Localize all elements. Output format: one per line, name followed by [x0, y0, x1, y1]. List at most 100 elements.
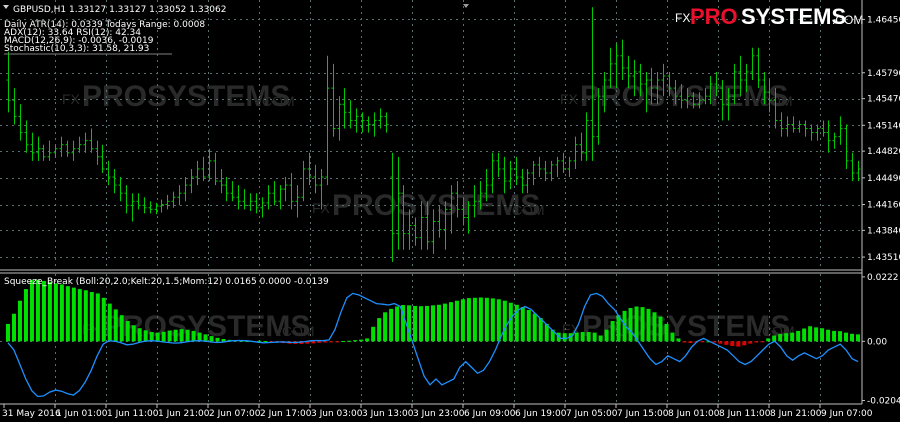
time-tick-label: 7 Jun 05:00 [566, 409, 618, 419]
price-bar [537, 156, 542, 178]
price-bar [6, 51, 11, 113]
price-bar [561, 152, 566, 173]
time-tick-label: 3 Jun 23:00 [413, 409, 465, 419]
histogram-bar [173, 329, 178, 342]
histogram-bar [628, 307, 633, 342]
price-bar [136, 193, 141, 210]
price-bar [266, 185, 271, 210]
price-bar [779, 112, 784, 137]
time-tick-label: 8 Jun 01:00 [668, 409, 720, 419]
price-bar [47, 140, 52, 161]
histogram-bar [143, 330, 148, 342]
histogram-bar [185, 329, 190, 342]
histogram-bar [431, 305, 435, 342]
histogram-bar [23, 289, 28, 342]
svg-text:.COM: .COM [278, 323, 315, 339]
histogram-bar [11, 313, 16, 342]
histogram-bar [155, 332, 160, 342]
time-tick-label: 31 May 2016 [2, 409, 61, 419]
histogram-bar [83, 290, 88, 342]
price-bar [254, 193, 259, 214]
price-bar [838, 116, 843, 145]
price-bar [832, 132, 837, 149]
price-bar [30, 132, 35, 161]
histogram-bar [377, 318, 382, 342]
histogram-bar [682, 341, 687, 343]
histogram-bar [167, 330, 172, 342]
price-bar [809, 124, 814, 141]
price-bar [224, 177, 229, 202]
histogram-bar [413, 305, 418, 342]
price-tick-label: 1.45140 [867, 121, 900, 131]
histogram-bar [604, 329, 609, 342]
histogram-bar [131, 325, 136, 342]
price-bar [242, 189, 247, 210]
histogram-bar [700, 341, 705, 343]
histogram-bar [119, 315, 124, 342]
price-bar [289, 172, 294, 210]
histogram-bar [341, 341, 346, 343]
svg-text:PRO: PRO [690, 4, 738, 29]
price-bar [850, 152, 855, 182]
histogram-bar [335, 341, 340, 343]
histogram-bar [676, 338, 681, 342]
histogram-bar [664, 323, 669, 342]
histogram-bar [365, 338, 370, 342]
histogram-bar [371, 326, 376, 342]
price-bar [201, 156, 206, 182]
histogram-bar [718, 341, 723, 344]
price-bar [89, 128, 94, 153]
price-bar [95, 140, 100, 165]
histogram-bar [323, 341, 328, 343]
histogram-bar [311, 341, 316, 344]
price-bar [620, 39, 625, 81]
svg-text:.COM: .COM [258, 93, 295, 109]
histogram-bar [532, 313, 537, 342]
svg-text:FX: FX [560, 91, 579, 107]
histogram-bar [526, 309, 531, 342]
time-tick-label: 2 Jun 17:00 [260, 409, 312, 419]
price-bar [59, 136, 64, 157]
svg-text:.COM: .COM [832, 13, 863, 27]
price-bar [272, 181, 277, 206]
histogram-bar [359, 339, 364, 342]
price-bar [18, 104, 23, 141]
histogram-bar [71, 287, 76, 342]
price-bar [555, 156, 560, 178]
price-bar [372, 112, 377, 137]
price-tick-label: 1.44820 [867, 147, 900, 157]
histogram-bar [29, 279, 34, 342]
histogram-bar [820, 328, 825, 342]
price-bar [844, 124, 849, 169]
price-bar [573, 136, 578, 169]
histogram-bar [730, 341, 735, 346]
price-bar [531, 160, 536, 186]
price-bar [248, 193, 253, 211]
histogram-bar [125, 321, 130, 342]
price-bar [750, 47, 755, 81]
histogram-bar [844, 332, 849, 342]
price-bar [260, 197, 265, 218]
symbol-dropdown-icon[interactable] [3, 5, 9, 9]
histogram-bar [856, 334, 860, 342]
price-bar [213, 152, 218, 186]
histogram-bar [808, 326, 813, 342]
price-bar [815, 124, 820, 141]
svg-text:.COM: .COM [758, 323, 795, 339]
price-bar [71, 140, 76, 161]
histogram-bar [772, 335, 777, 342]
histogram-bar [47, 281, 52, 342]
chart-canvas: FX PROSYSTEMS .COM FX PROSYSTEMS .COM FX… [0, 0, 900, 419]
histogram-bar [478, 297, 483, 342]
price-tick-label: 1.46450 [867, 15, 900, 25]
histogram-bar [191, 330, 196, 342]
histogram-bar [766, 338, 771, 342]
histogram-bar [442, 303, 447, 342]
histogram-bar [742, 341, 747, 346]
price-bar [283, 177, 288, 202]
histogram-bar [53, 283, 58, 342]
histogram-bar [502, 300, 507, 342]
price-tick-label: 1.45470 [867, 95, 900, 105]
watermark-main-center: FX PROSYSTEMS .COM [312, 189, 545, 222]
time-tick-label: 7 Jun 15:00 [617, 409, 669, 419]
